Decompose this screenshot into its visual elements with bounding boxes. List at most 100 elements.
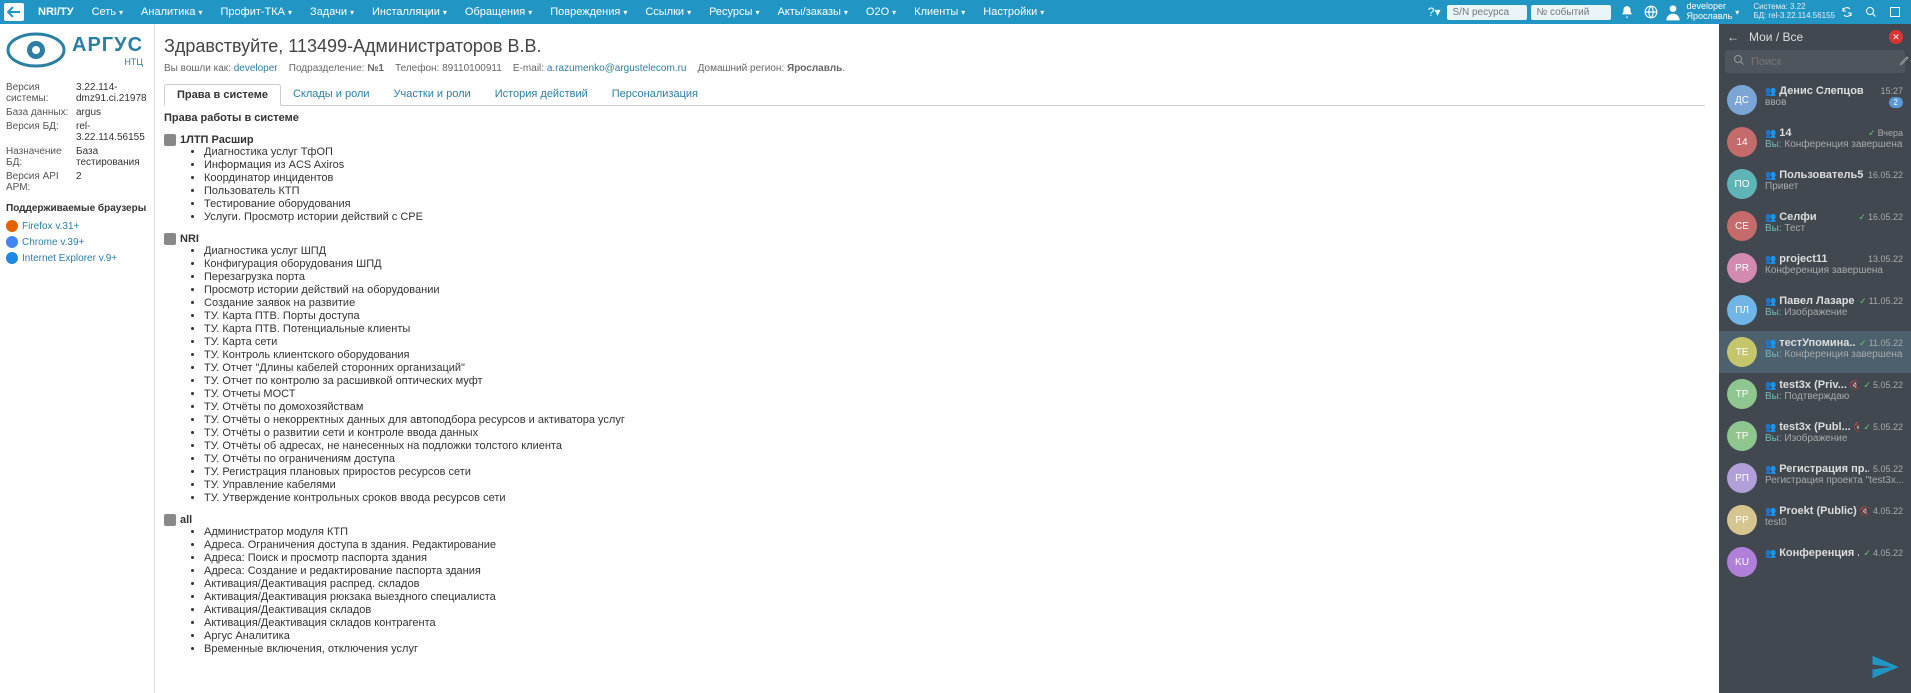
chat-last-msg: Вы: Тест [1765, 223, 1903, 234]
send-button[interactable] [1867, 649, 1903, 685]
globe-icon[interactable] [1639, 2, 1663, 22]
user-block[interactable]: developer Ярославль ▾ [1663, 2, 1740, 22]
permission-item: Адреса: Создание и редактирование паспор… [204, 565, 1705, 577]
nav-item[interactable]: Ресурсы▾ [701, 2, 767, 22]
chat-last-msg: Вы: Изображение [1765, 433, 1903, 444]
browser-link[interactable]: Firefox v.31+ [6, 220, 148, 232]
chat-time: 15:27 [1880, 86, 1903, 96]
nav-item[interactable]: О2О▾ [858, 2, 904, 22]
refresh-icon[interactable] [1835, 2, 1859, 22]
nav-home[interactable]: NRI/ТУ [30, 2, 82, 22]
chat-item[interactable]: TE👥 тестУпомина...✓ 11.05.22Вы: Конферен… [1719, 331, 1911, 373]
fullscreen-icon[interactable] [1883, 2, 1907, 22]
tab[interactable]: Склады и роли [281, 84, 382, 105]
search-icon[interactable] [1859, 2, 1883, 22]
permission-item: Активация/Деактивация рюкзака выездного … [204, 591, 1705, 603]
nav-item[interactable]: Повреждения▾ [542, 2, 635, 22]
help-menu[interactable]: ?▾ [1422, 1, 1447, 23]
nav-item[interactable]: Инсталляции▾ [364, 2, 455, 22]
chat-back-icon[interactable]: ← [1727, 30, 1739, 44]
chat-close-icon[interactable]: ✕ [1889, 30, 1903, 44]
person-icon [164, 514, 176, 526]
chat-time: ✓ Вчера [1868, 128, 1903, 139]
nav-item[interactable]: Профит-ТКА▾ [213, 2, 301, 22]
permission-item: ТУ. Регистрация плановых приростов ресур… [204, 466, 1705, 478]
chat-item[interactable]: PR👥 project1113.05.22Конференция заверше… [1719, 247, 1911, 289]
group-icon: 👥 [1765, 464, 1776, 475]
chat-name: 👥 project11 [1765, 253, 1864, 265]
rights-title: Права работы в системе [164, 112, 1705, 124]
permission-item: ТУ. Карта ПТВ. Потенциальные клиенты [204, 323, 1705, 335]
search-sn-input[interactable] [1447, 5, 1527, 20]
permission-item: ТУ. Отчёты о развитии сети и контроле вв… [204, 427, 1705, 439]
chat-search-input[interactable] [1751, 56, 1893, 68]
chat-item[interactable]: KU👥 Конференция ...✓ 4.05.22 [1719, 541, 1911, 583]
info-row: Назначение БД:База тестирования [6, 146, 148, 168]
permission-item: ТУ. Карта ПТВ. Порты доступа [204, 310, 1705, 322]
nav-item[interactable]: Аналитика▾ [133, 2, 210, 22]
chat-time: ✓ 16.05.22 [1858, 212, 1903, 223]
brand-sub: НТЦ [72, 57, 143, 67]
group-icon: 👥 [1765, 506, 1776, 517]
unread-badge: 2 [1889, 97, 1903, 108]
permission-item: ТУ. Контроль клиентского оборудования [204, 349, 1705, 361]
chat-item[interactable]: 14👥 14✓ ВчераВы: Конференция завершена [1719, 121, 1911, 163]
chat-name: 👥 Конференция ... [1765, 547, 1859, 559]
eye-logo-icon [6, 30, 66, 70]
nav-item[interactable]: Клиенты▾ [906, 2, 973, 22]
login-link[interactable]: developer [234, 63, 278, 74]
back-button[interactable] [4, 3, 24, 21]
browser-link[interactable]: Internet Explorer v.9+ [6, 252, 148, 264]
chat-item[interactable]: СЕ👥 Селфи✓ 16.05.22Вы: Тест [1719, 205, 1911, 247]
nav-item[interactable]: Акты/заказы▾ [769, 2, 855, 22]
chat-last-msg: Привет [1765, 181, 1903, 192]
permission-item: Координатор инцидентов [204, 172, 1705, 184]
chat-item[interactable]: ДС👥 Денис Слепцов15:27ввов2 [1719, 79, 1911, 121]
tab[interactable]: Права в системе [164, 84, 281, 106]
email-link[interactable]: a.razumenko@argustelecom.ru [547, 63, 687, 74]
bell-icon[interactable] [1615, 2, 1639, 22]
chat-item[interactable]: PP👥 Proekt (Public) 🔇4.05.22test0 [1719, 499, 1911, 541]
search-event-input[interactable] [1531, 5, 1611, 20]
avatar: PP [1727, 505, 1757, 535]
chat-time: ✓ 5.05.22 [1863, 422, 1903, 433]
check-icon: ✓ [1858, 212, 1866, 223]
check-icon: ✓ [1863, 422, 1871, 433]
chat-time: 4.05.22 [1873, 506, 1903, 516]
chat-last-msg: Вы: Конференция завершена [1765, 349, 1903, 360]
group-icon: 👥 [1765, 296, 1776, 307]
chat-header: ← Мои / Все ✕ [1719, 24, 1911, 50]
nav-item[interactable]: Настройки▾ [975, 2, 1052, 22]
nav-item[interactable]: Ссылки▾ [637, 2, 699, 22]
chat-item[interactable]: TP👥 test3x (Priv... 🔇✓ 5.05.22Вы: Подтве… [1719, 373, 1911, 415]
avatar: ДС [1727, 85, 1757, 115]
nav-item[interactable]: Задачи▾ [302, 2, 362, 22]
tab[interactable]: История действий [483, 84, 600, 105]
nav-item[interactable]: Сеть▾ [84, 2, 131, 22]
tab[interactable]: Персонализация [600, 84, 710, 105]
group-icon: 👥 [1765, 548, 1776, 559]
permission-item: ТУ. Отчет по контролю за расшивкой оптич… [204, 375, 1705, 387]
search-icon [1733, 54, 1745, 69]
permission-item: Активация/Деактивация складов контрагент… [204, 617, 1705, 629]
chat-time: ✓ 4.05.22 [1863, 548, 1903, 559]
permission-item: Адреса: Поиск и просмотр паспорта здания [204, 552, 1705, 564]
group-icon: 👥 [1765, 170, 1776, 181]
nav-item[interactable]: Обращения▾ [457, 2, 540, 22]
chat-item[interactable]: РП👥 Регистрация пр...5.05.22Регистрация … [1719, 457, 1911, 499]
permission-item: Адреса. Ограничения доступа в здания. Ре… [204, 539, 1705, 551]
chat-item[interactable]: TP👥 test3x (Publ... 🔇✓ 5.05.22Вы: Изобра… [1719, 415, 1911, 457]
chat-item[interactable]: ПО👥 Пользователь516.05.22Привет [1719, 163, 1911, 205]
tab[interactable]: Участки и роли [382, 84, 483, 105]
browser-link[interactable]: Chrome v.39+ [6, 236, 148, 248]
chat-item[interactable]: ПЛ👥 Павел Лазарев✓ 11.05.22Вы: Изображен… [1719, 289, 1911, 331]
group-icon: 👥 [1765, 128, 1776, 139]
group-heading: 1ЛТП Расшир [164, 134, 1705, 146]
chat-time: 16.05.22 [1868, 170, 1903, 180]
avatar: TP [1727, 379, 1757, 409]
edit-icon[interactable] [1899, 54, 1911, 69]
left-panel: АРГУС НТЦ Версия системы:3.22.114-dmz91.… [0, 24, 155, 693]
info-row: Версия API АРМ:2 [6, 171, 148, 193]
check-icon: ✓ [1859, 338, 1867, 349]
tabs: Права в системеСклады и ролиУчастки и ро… [164, 84, 1705, 106]
